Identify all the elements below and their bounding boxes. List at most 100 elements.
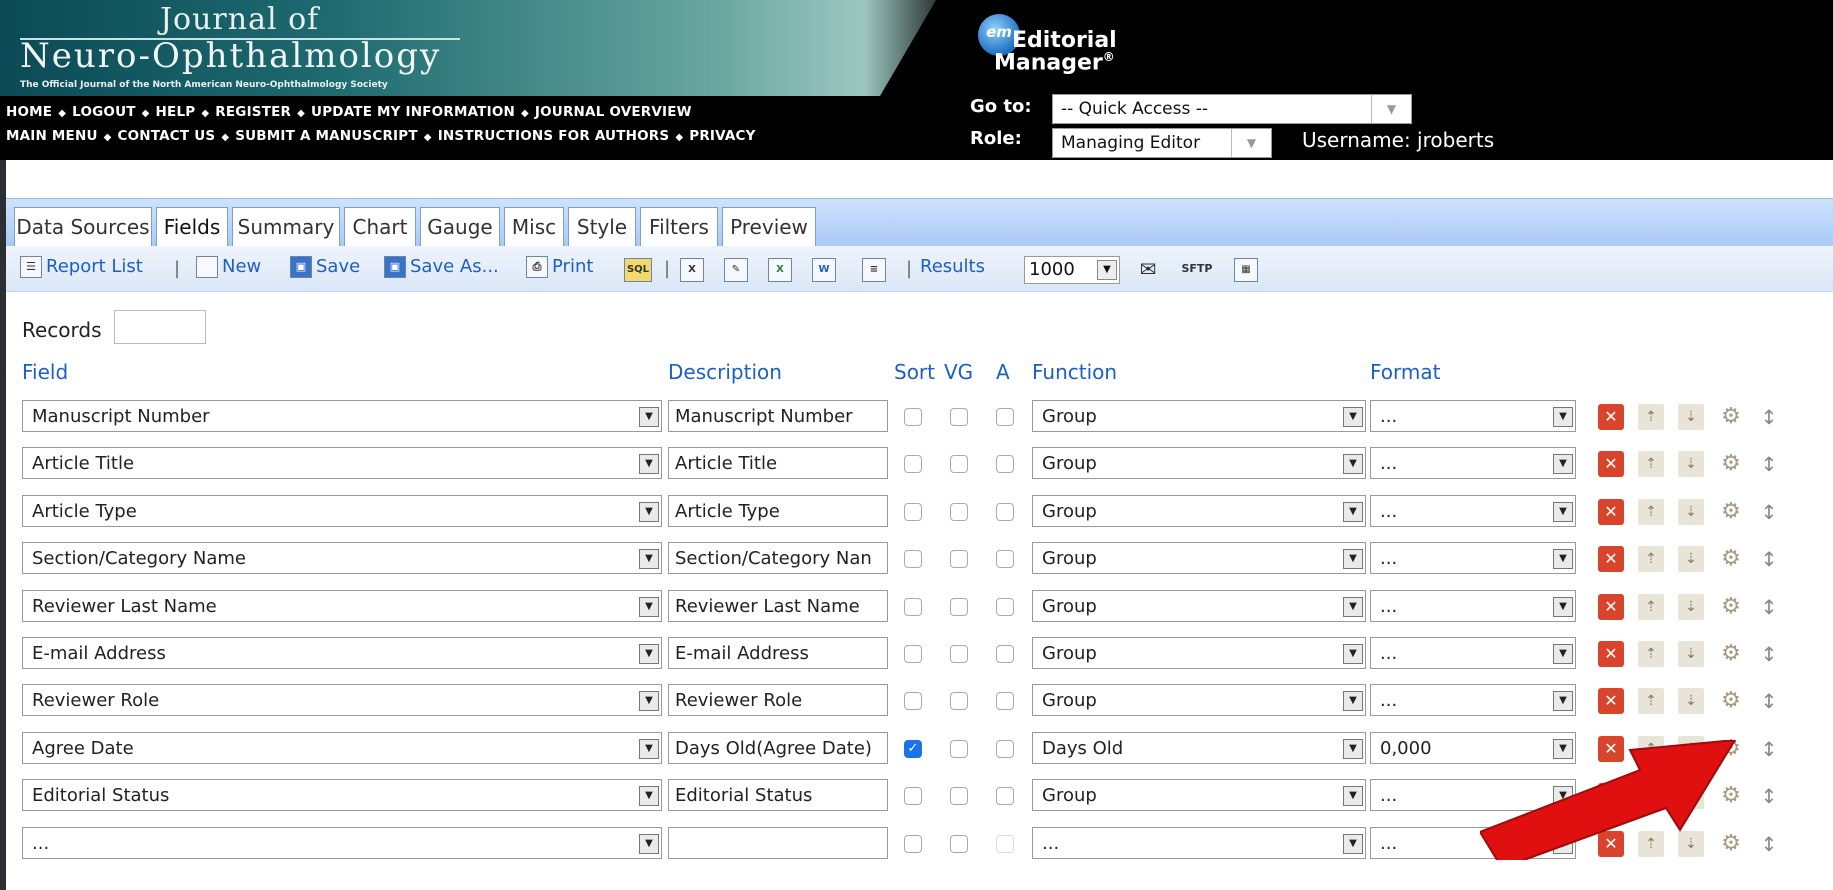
word-icon[interactable]: W [812,258,836,282]
move-up-icon[interactable]: ⇡ [1638,404,1664,430]
description-input[interactable]: Manuscript Number [668,400,888,432]
field-select[interactable]: E-mail Address ▼ [22,637,662,669]
email-icon[interactable]: ✉ [1136,258,1160,282]
vg-checkbox[interactable] [950,408,968,426]
nav-link-help[interactable]: HELP [156,104,196,120]
nav-link-instructions-for-authors[interactable]: INSTRUCTIONS FOR AUTHORS [438,128,670,144]
calendar-icon[interactable]: ▦ [1234,258,1258,282]
function-select[interactable]: Group ▼ [1032,494,1366,527]
tab-summary[interactable]: Summary [232,207,340,247]
description-input[interactable]: Article Title [668,447,888,480]
vg-checkbox[interactable] [950,550,968,569]
sort-checkbox[interactable]: ✓ [904,739,922,758]
a-checkbox[interactable] [996,739,1014,758]
move-down-icon[interactable]: ⇣ [1678,498,1704,525]
delete-icon[interactable]: ✕ [1598,451,1624,478]
delete-icon[interactable]: ✕ [1598,641,1624,667]
nav-link-submit-a-manuscript[interactable]: SUBMIT A MANUSCRIPT [235,128,418,144]
format-select[interactable]: ... ▼ [1370,637,1576,669]
function-select[interactable]: Group ▼ [1032,400,1366,432]
vg-checkbox[interactable] [950,455,968,474]
function-select[interactable]: Group ▼ [1032,589,1366,622]
gear-icon[interactable]: ⚙ [1718,499,1744,525]
field-select[interactable]: Article Type ▼ [22,494,662,527]
tab-gauge[interactable]: Gauge [420,207,500,247]
nav-link-privacy[interactable]: PRIVACY [689,128,755,144]
move-down-icon[interactable]: ⇣ [1678,451,1704,478]
nav-link-main-menu[interactable]: MAIN MENU [6,128,98,144]
move-up-icon[interactable]: ⇡ [1638,688,1664,715]
a-checkbox[interactable] [996,692,1014,711]
nav-link-home[interactable]: HOME [6,104,52,120]
tab-filters[interactable]: Filters [640,207,718,247]
field-select[interactable]: Editorial Status ▼ [22,779,662,812]
quick-access-select[interactable]: -- Quick Access -- ▼ [1052,94,1412,124]
function-select[interactable]: ... ▼ [1032,826,1366,859]
drag-handle-icon[interactable]: ↕ [1756,688,1782,714]
delete-icon[interactable]: ✕ [1598,404,1624,430]
sftp-button[interactable]: SFTP [1180,258,1214,282]
gear-icon[interactable]: ⚙ [1718,451,1744,477]
nav-link-contact-us[interactable]: CONTACT US [118,128,216,144]
function-select[interactable]: Group ▼ [1032,447,1366,480]
function-select[interactable]: Group ▼ [1032,542,1366,575]
move-up-icon[interactable]: ⇡ [1638,451,1664,478]
tab-misc[interactable]: Misc [504,207,564,247]
move-down-icon[interactable]: ⇣ [1678,593,1704,620]
a-checkbox[interactable] [996,455,1014,474]
report-list-button[interactable]: ☰ Report List [20,256,143,278]
tab-chart[interactable]: Chart [344,207,416,247]
drag-handle-icon[interactable]: ↕ [1756,641,1782,667]
drag-handle-icon[interactable]: ↕ [1756,783,1782,809]
field-select[interactable]: Article Title ▼ [22,447,662,480]
tab-data-sources[interactable]: Data Sources [14,207,152,247]
sort-checkbox[interactable] [904,502,922,521]
move-down-icon[interactable]: ⇣ [1678,404,1704,430]
field-select[interactable]: Section/Category Name ▼ [22,542,662,575]
print-button[interactable]: ⎙ Print [526,256,593,278]
sql-button[interactable]: SQL [624,258,652,282]
nav-link-journal-overview[interactable]: JOURNAL OVERVIEW [535,104,692,120]
move-down-icon[interactable]: ⇣ [1678,641,1704,667]
description-input[interactable]: Article Type [668,494,888,527]
function-select[interactable]: Group ▼ [1032,779,1366,812]
a-checkbox[interactable] [996,408,1014,426]
description-input[interactable]: E-mail Address [668,637,888,669]
a-checkbox[interactable] [996,834,1014,853]
excel-icon[interactable]: X [768,258,792,282]
gear-icon[interactable]: ⚙ [1718,688,1744,714]
sort-checkbox[interactable] [904,787,922,806]
drag-handle-icon[interactable]: ↕ [1756,736,1782,762]
description-input[interactable]: Reviewer Last Name [668,589,888,622]
sort-checkbox[interactable] [904,408,922,426]
move-down-icon[interactable]: ⇣ [1678,546,1704,573]
sort-checkbox[interactable] [904,597,922,616]
format-select[interactable]: ... ▼ [1370,542,1576,575]
delete-icon[interactable]: ✕ [1598,498,1624,525]
nav-link-register[interactable]: REGISTER [215,104,291,120]
format-select[interactable]: ... ▼ [1370,400,1576,432]
drag-handle-icon[interactable]: ↕ [1756,404,1782,430]
move-down-icon[interactable]: ⇣ [1678,688,1704,715]
tab-preview[interactable]: Preview [722,207,816,247]
function-select[interactable]: Group ▼ [1032,684,1366,717]
drag-handle-icon[interactable]: ↕ [1756,451,1782,477]
sort-checkbox[interactable] [904,645,922,663]
field-select[interactable]: Reviewer Last Name ▼ [22,589,662,622]
description-input[interactable]: Reviewer Role [668,684,888,717]
vg-checkbox[interactable] [950,787,968,806]
edit-icon[interactable]: ✎ [724,258,748,282]
results-select[interactable]: 1000 ▼ [1024,256,1120,284]
field-select[interactable]: Manuscript Number ▼ [22,400,662,432]
function-select[interactable]: Group ▼ [1032,637,1366,669]
new-button[interactable]: New [196,256,261,278]
format-select[interactable]: ... ▼ [1370,447,1576,480]
sort-checkbox[interactable] [904,834,922,853]
sort-checkbox[interactable] [904,455,922,474]
move-up-icon[interactable]: ⇡ [1638,498,1664,525]
format-select[interactable]: ... ▼ [1370,684,1576,717]
a-checkbox[interactable] [996,550,1014,569]
drag-handle-icon[interactable]: ↕ [1756,831,1782,857]
gear-icon[interactable]: ⚙ [1718,404,1744,430]
sort-checkbox[interactable] [904,692,922,711]
